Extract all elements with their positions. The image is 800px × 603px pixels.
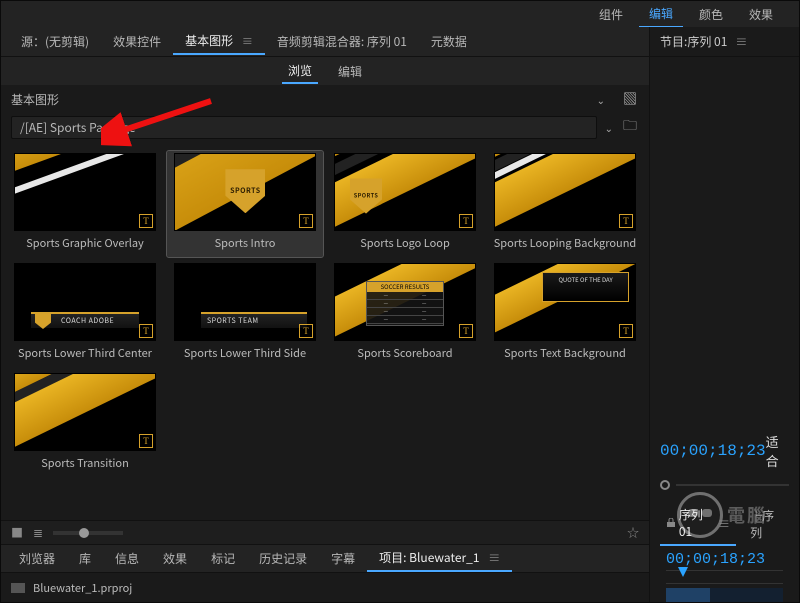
essential-graphics-area: 基本图形 ⌄ ▧ /[AE] Sports Package ⌄ 🗀 T Sport…	[1, 85, 649, 544]
template-grid: TSports Graphic OverlaySPORTSTSports Int…	[1, 145, 649, 520]
eg-new-folder-icon[interactable]: 🗀	[621, 115, 639, 139]
template-tile[interactable]: QUOTE OF THE DAYTSports Text Background	[487, 261, 643, 367]
project-icon	[11, 583, 25, 593]
tab-markers[interactable]: 标记	[199, 546, 247, 571]
template-tile[interactable]: SPORTS TEAMTSports Lower Third Side	[167, 261, 323, 367]
project-tab-menu-icon[interactable]: ≡	[488, 549, 500, 566]
template-thumbnail: SOCCER RESULTS————————T	[334, 263, 476, 341]
template-thumbnail: SPORTST	[334, 153, 476, 231]
tab-media-browser[interactable]: 刘览器	[7, 546, 67, 571]
tab-effect-controls[interactable]: 效果控件	[101, 29, 173, 54]
timeline-panel: 00;00;18;23	[660, 548, 789, 602]
grid-view-icon[interactable]: ■	[11, 524, 23, 541]
mogrt-badge-icon: T	[299, 214, 313, 228]
template-label: Sports Intro	[215, 233, 276, 255]
seq-tab-1[interactable]: 序列 01 ≡	[660, 502, 736, 546]
playhead-icon[interactable]	[678, 567, 688, 577]
timeline-clip[interactable]	[666, 588, 710, 602]
program-monitor-panel: 节目: 序列 01 ≡ 00;00;18;23 适合 電腦	[649, 27, 799, 602]
eg-subtab-browse[interactable]: 浏览	[282, 59, 318, 84]
ws-tab-assembly[interactable]: 组件	[589, 2, 633, 27]
tab-metadata[interactable]: 元数据	[419, 29, 479, 54]
template-thumbnail: T	[494, 153, 636, 231]
template-tile[interactable]: COACH ADOBETSports Lower Third Center	[7, 261, 163, 367]
mogrt-badge-icon: T	[619, 214, 633, 228]
zoom-fit-label[interactable]: 适合	[766, 432, 789, 470]
tab-effects[interactable]: 效果	[151, 546, 199, 571]
eg-view-toggle-icon[interactable]: ▧	[621, 89, 639, 109]
eg-collapse-icon[interactable]: ⌄	[597, 92, 605, 107]
project-filename[interactable]: Bluewater_1.prproj	[33, 580, 132, 596]
template-thumbnail: T	[14, 373, 156, 451]
template-label: Sports Looping Background	[494, 233, 637, 255]
template-tile[interactable]: T Sports Looping Background	[487, 151, 643, 257]
timeline-timecode[interactable]: 00;00;18;23	[666, 551, 765, 568]
mogrt-badge-icon: T	[139, 324, 153, 338]
project-panel: Bluewater_1.prproj	[1, 572, 649, 602]
tab-history[interactable]: 历史记录	[247, 546, 319, 571]
template-label: Sports Logo Loop	[360, 233, 450, 255]
eg-folder-path[interactable]: /[AE] Sports Package	[11, 116, 597, 139]
source-panel-tabs: 源：(无剪辑) 效果控件 基本图形 ≡ 音频剪辑混合器: 序列 01 元数据	[1, 27, 649, 57]
template-thumbnail: SPORTST	[174, 153, 316, 231]
list-view-icon[interactable]: ≣	[33, 524, 43, 541]
program-monitor-viewport[interactable]	[660, 67, 789, 432]
template-label: Sports Text Background	[504, 343, 626, 365]
tab-project-name: Bluewater_1	[409, 549, 479, 566]
seq-tab-1-label: 序列 01	[679, 506, 714, 540]
timeline-track-v1[interactable]	[666, 588, 783, 602]
eg-footer: ■ ≣ ☆	[1, 520, 649, 544]
tab-captions[interactable]: 字幕	[319, 546, 367, 571]
program-zoom-bar[interactable]	[660, 480, 789, 490]
mogrt-badge-icon: T	[299, 324, 313, 338]
tab-library[interactable]: 库	[67, 546, 103, 571]
left-panel: 源：(无剪辑) 效果控件 基本图形 ≡ 音频剪辑混合器: 序列 01 元数据 浏…	[1, 27, 649, 602]
tab-project-prefix: 项目:	[379, 549, 409, 566]
ws-tab-effects[interactable]: 效果	[739, 2, 783, 27]
lower-panel-tabs: 刘览器 库 信息 效果 标记 历史记录 字幕 项目: Bluewater_1 ≡	[1, 544, 649, 572]
seq-tab-menu-icon[interactable]: ≡	[718, 515, 730, 532]
mogrt-badge-icon: T	[139, 214, 153, 228]
template-thumbnail: T	[14, 153, 156, 231]
thumbnail-size-slider[interactable]	[53, 531, 123, 535]
template-tile[interactable]: SPORTSTSports Logo Loop	[327, 151, 483, 257]
timeline-sequence-tabs: 序列 01 ≡ ├序列	[660, 502, 789, 546]
workspace-bar: 组件 编辑 颜色 效果	[1, 1, 799, 27]
tab-audio-clip-mixer[interactable]: 音频剪辑混合器: 序列 01	[265, 29, 419, 54]
eg-subtab-edit[interactable]: 编辑	[332, 60, 368, 83]
seq-tab-2[interactable]: ├序列	[744, 502, 789, 546]
eg-subtabs: 浏览 编辑	[1, 57, 649, 85]
tab-source-none[interactable]: 源：(无剪辑)	[9, 29, 101, 54]
template-tile[interactable]: T Sports Graphic Overlay	[7, 151, 163, 257]
lock-icon	[666, 518, 675, 528]
tab-info[interactable]: 信息	[103, 546, 151, 571]
template-label: Sports Transition	[41, 453, 129, 475]
ws-tab-editing[interactable]: 编辑	[639, 1, 683, 28]
template-label: Sports Scoreboard	[357, 343, 452, 365]
template-thumbnail: QUOTE OF THE DAYT	[494, 263, 636, 341]
tab-menu-icon[interactable]: ≡	[242, 33, 253, 49]
template-label: Sports Lower Third Center	[18, 343, 152, 365]
favorite-filter-icon[interactable]: ☆	[627, 524, 639, 541]
template-label: Sports Lower Third Side	[184, 343, 306, 365]
template-tile[interactable]: SOCCER RESULTS————————TSports Scoreboard	[327, 261, 483, 367]
mogrt-badge-icon: T	[459, 324, 473, 338]
program-timecode[interactable]: 00;00;18;23	[660, 442, 766, 460]
tab-essential-graphics-label: 基本图形	[185, 32, 233, 49]
template-label: Sports Graphic Overlay	[26, 233, 144, 255]
template-thumbnail: COACH ADOBET	[14, 263, 156, 341]
tab-essential-graphics[interactable]: 基本图形 ≡	[173, 28, 265, 55]
mogrt-badge-icon: T	[619, 324, 633, 338]
mogrt-badge-icon: T	[139, 434, 153, 448]
timeline-ruler[interactable]	[666, 570, 783, 584]
eg-path-chevron-icon[interactable]: ⌄	[605, 120, 613, 135]
tab-project[interactable]: 项目: Bluewater_1 ≡	[367, 545, 512, 572]
template-tile[interactable]: T Sports Transition	[7, 371, 163, 477]
mogrt-badge-icon: T	[459, 214, 473, 228]
eg-section-title: 基本图形	[11, 91, 59, 108]
ws-tab-color[interactable]: 颜色	[689, 2, 733, 27]
zoom-handle-left-icon[interactable]	[660, 480, 670, 490]
template-thumbnail: SPORTS TEAMT	[174, 263, 316, 341]
template-tile[interactable]: SPORTSTSports Intro	[167, 151, 323, 257]
